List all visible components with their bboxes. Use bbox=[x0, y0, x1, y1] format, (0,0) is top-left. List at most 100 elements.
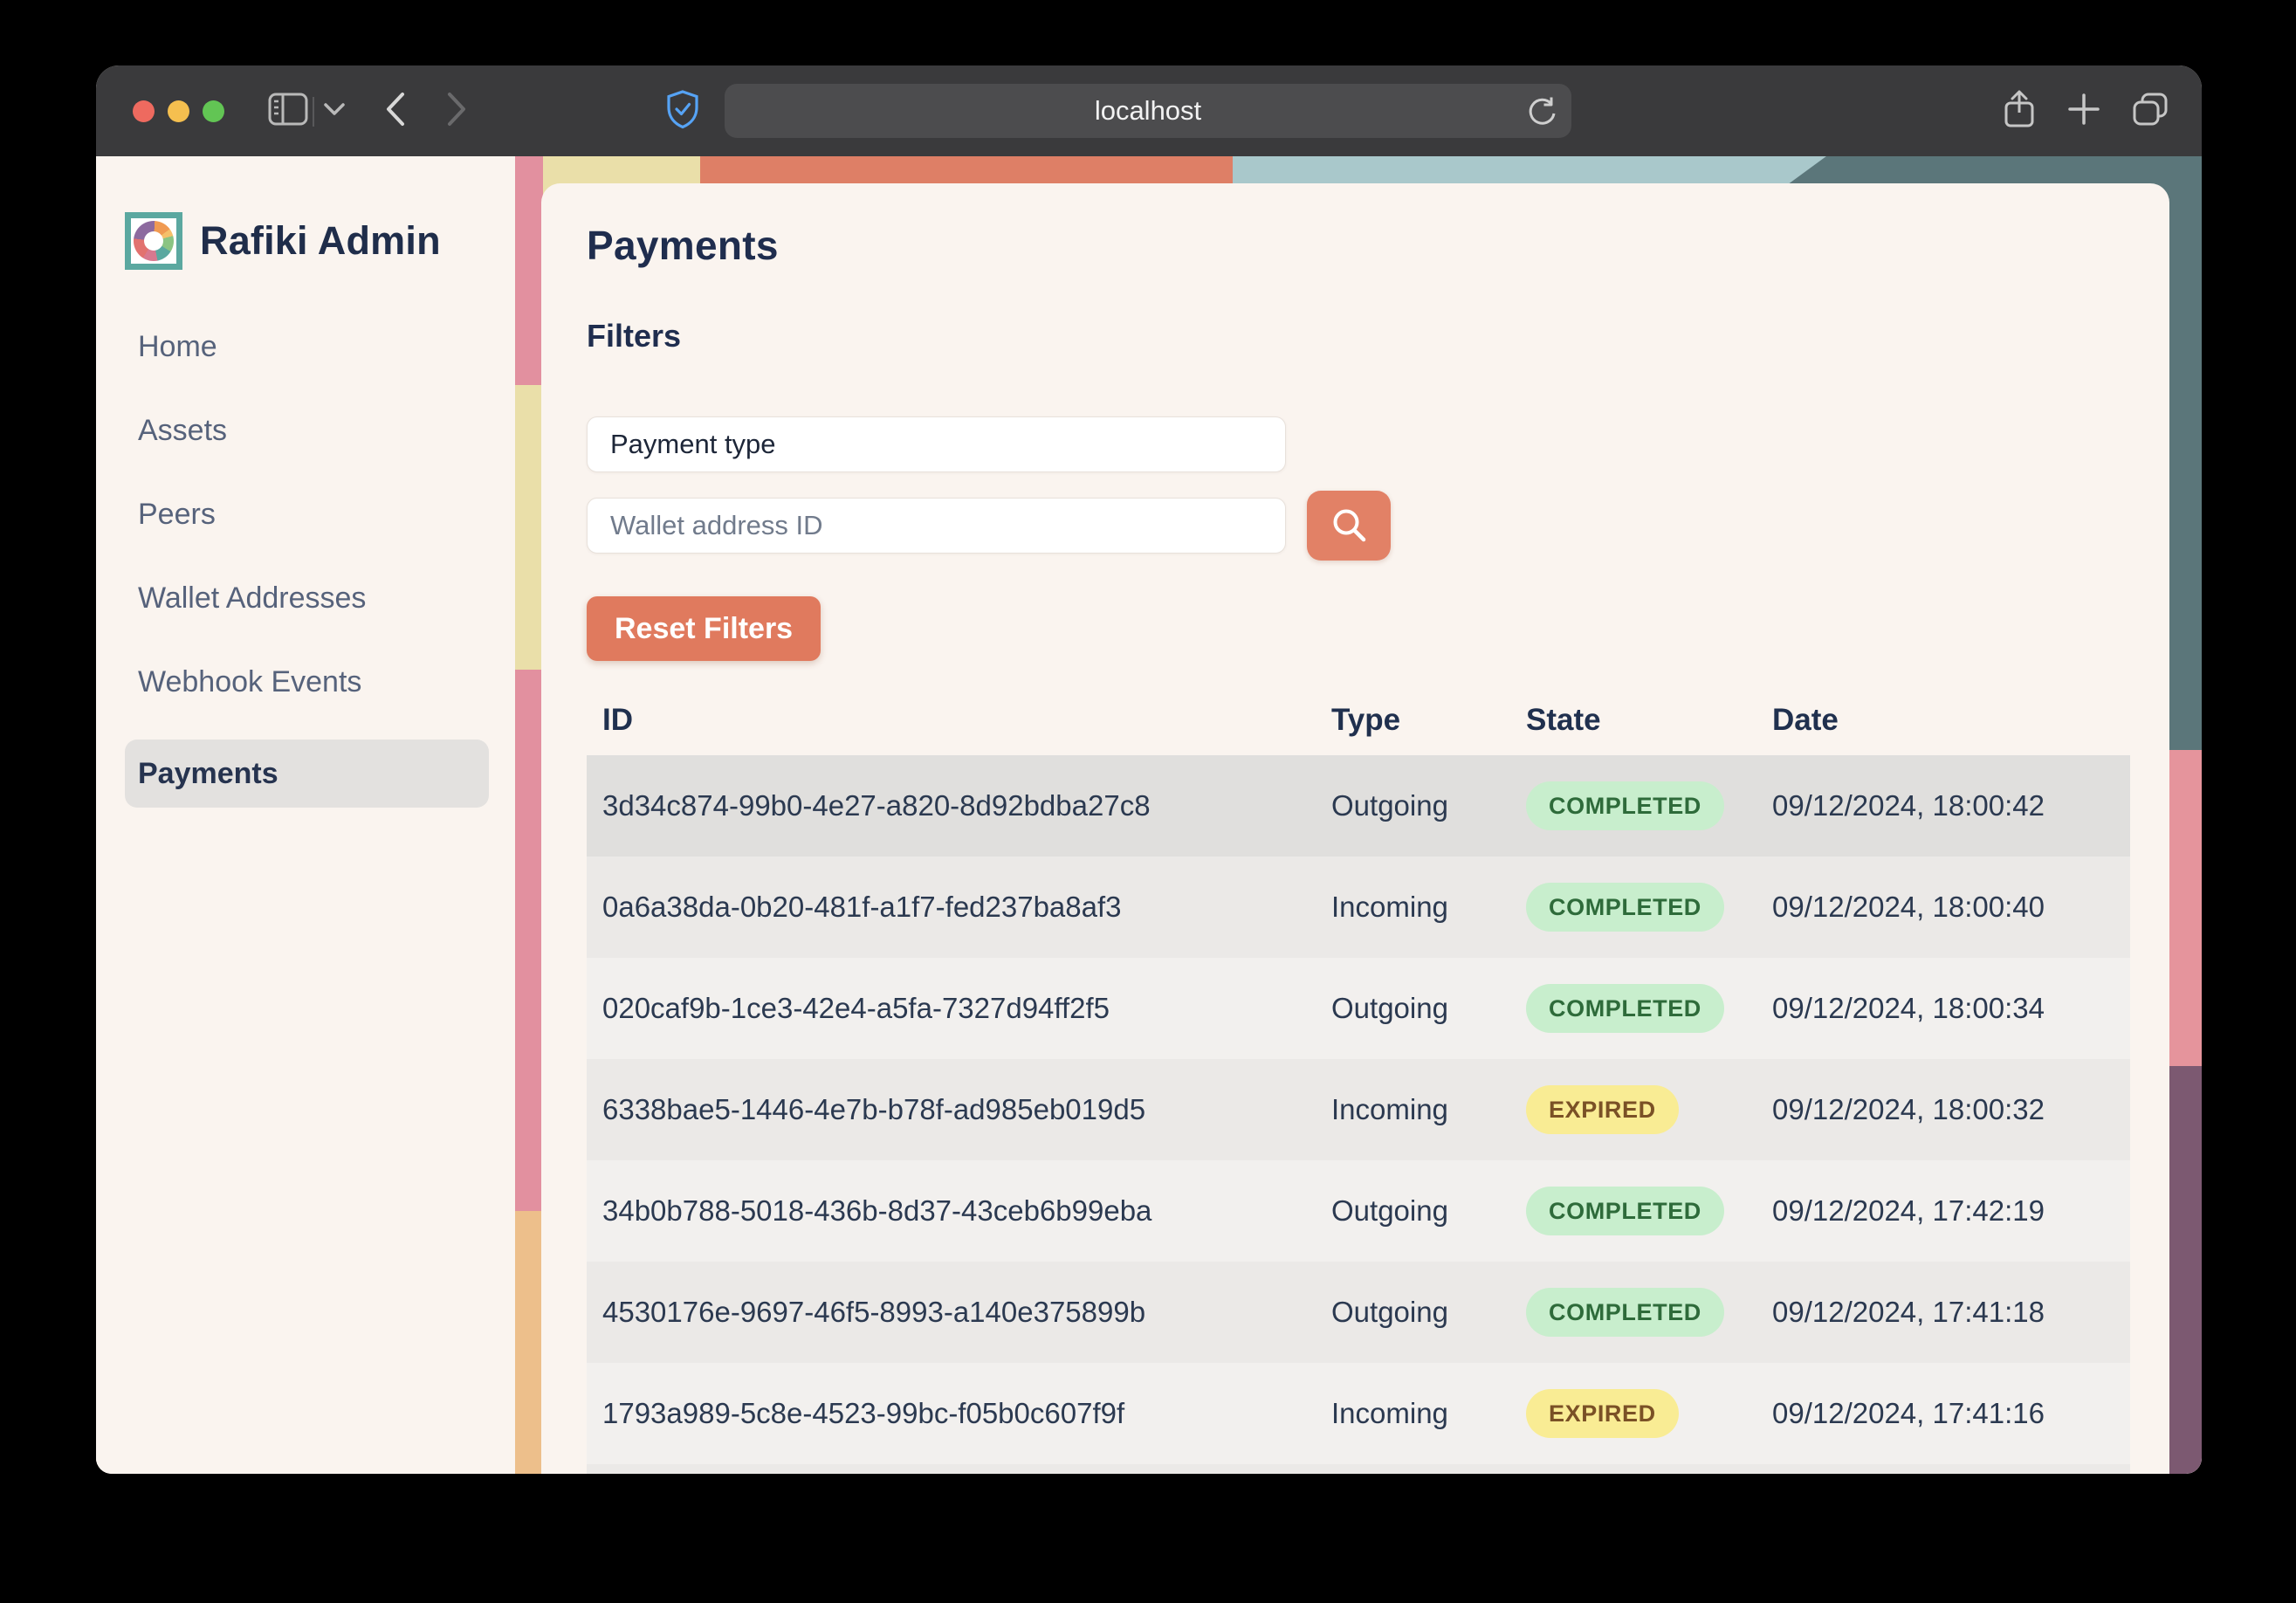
payment-state-cell: COMPLETED bbox=[1510, 781, 1756, 830]
payment-date-cell: 09/12/2024, 18:00:40 bbox=[1756, 891, 2130, 924]
sidebar-item-label: Peers bbox=[138, 498, 216, 532]
chevron-down-icon bbox=[323, 102, 346, 120]
payment-state-cell: COMPLETED bbox=[1510, 883, 1756, 932]
decor-shape bbox=[515, 1211, 543, 1474]
table-row[interactable]: 1793a989-5c8e-4523-99bc-f05b0c607f9f Inc… bbox=[587, 1363, 2130, 1464]
sidebar-item-label: Payments bbox=[138, 757, 278, 791]
reload-button[interactable] bbox=[1526, 95, 1557, 133]
share-icon bbox=[2003, 89, 2036, 134]
app-title: Rafiki Admin bbox=[200, 218, 441, 264]
sidebar-item-label: Home bbox=[138, 330, 217, 364]
sidebar-toggle-icon bbox=[268, 93, 308, 130]
address-bar-url: localhost bbox=[1095, 95, 1201, 127]
chevron-right-icon bbox=[446, 91, 469, 132]
app-logo: Rafiki Admin bbox=[125, 212, 515, 270]
search-button[interactable] bbox=[1307, 491, 1391, 561]
back-button[interactable] bbox=[377, 65, 412, 156]
table-row[interactable]: 3d34c874-99b0-4e27-a820-8d92bdba27c8 Out… bbox=[587, 755, 2130, 857]
payment-date-cell: 09/12/2024, 17:42:19 bbox=[1756, 1194, 2130, 1228]
payment-date-cell: 09/12/2024, 18:00:32 bbox=[1756, 1093, 2130, 1126]
column-header-date: Date bbox=[1756, 703, 2130, 738]
new-tab-button[interactable] bbox=[2062, 65, 2106, 156]
toolbar-divider bbox=[313, 97, 314, 127]
payments-table: ID Type State Date 3d34c874-99b0-4e27-a8… bbox=[587, 685, 2130, 1474]
sidebar: Rafiki Admin Home Assets Peers Wallet Ad… bbox=[96, 156, 515, 1474]
table-body: 3d34c874-99b0-4e27-a820-8d92bdba27c8 Out… bbox=[587, 755, 2130, 1464]
sidebar-item-home[interactable]: Home bbox=[125, 320, 489, 373]
payment-type-cell: Incoming bbox=[1316, 1397, 1510, 1430]
wallet-address-id-input[interactable] bbox=[587, 498, 1286, 554]
window-controls bbox=[133, 100, 224, 122]
status-badge: COMPLETED bbox=[1526, 1288, 1724, 1337]
payment-type-input[interactable] bbox=[587, 416, 1286, 472]
privacy-shield-button[interactable] bbox=[662, 65, 704, 156]
sidebar-item-label: Assets bbox=[138, 414, 227, 448]
column-header-type: Type bbox=[1316, 703, 1510, 738]
payment-id-cell: 1793a989-5c8e-4523-99bc-f05b0c607f9f bbox=[587, 1397, 1316, 1430]
payment-id-cell: 3d34c874-99b0-4e27-a820-8d92bdba27c8 bbox=[587, 789, 1316, 822]
payment-type-cell: Outgoing bbox=[1316, 1296, 1510, 1329]
minimize-window-button[interactable] bbox=[168, 100, 189, 122]
status-badge: COMPLETED bbox=[1526, 781, 1724, 830]
status-badge: EXPIRED bbox=[1526, 1389, 1679, 1438]
decor-shape bbox=[515, 385, 543, 670]
search-icon bbox=[1329, 505, 1369, 547]
sidebar-item-assets[interactable]: Assets bbox=[125, 404, 489, 457]
tab-group-menu-button[interactable] bbox=[320, 65, 349, 156]
payment-state-cell: COMPLETED bbox=[1510, 1288, 1756, 1337]
payment-state-cell: COMPLETED bbox=[1510, 1187, 1756, 1235]
chevron-left-icon bbox=[383, 91, 406, 132]
sidebar-item-wallet-addresses[interactable]: Wallet Addresses bbox=[125, 572, 489, 624]
browser-window: localhost bbox=[96, 65, 2202, 1474]
shield-check-icon bbox=[665, 89, 700, 134]
forward-button[interactable] bbox=[440, 65, 475, 156]
payment-date-cell: 09/12/2024, 18:00:34 bbox=[1756, 992, 2130, 1025]
decor-shape bbox=[2169, 156, 2202, 750]
status-badge: COMPLETED bbox=[1526, 984, 1724, 1033]
column-header-id: ID bbox=[587, 703, 1316, 738]
share-button[interactable] bbox=[1997, 65, 2041, 156]
tab-overview-icon bbox=[2131, 91, 2169, 132]
payment-type-cell: Outgoing bbox=[1316, 992, 1510, 1025]
payment-id-cell: 020caf9b-1ce3-42e4-a5fa-7327d94ff2f5 bbox=[587, 992, 1316, 1025]
decor-shape bbox=[515, 670, 543, 1211]
payment-date-cell: 09/12/2024, 17:41:18 bbox=[1756, 1296, 2130, 1329]
payment-state-cell: EXPIRED bbox=[1510, 1085, 1756, 1134]
decor-shape bbox=[2169, 1066, 2202, 1474]
table-row[interactable]: 34b0b788-5018-436b-8d37-43ceb6b99eba Out… bbox=[587, 1160, 2130, 1262]
payment-id-cell: 0a6a38da-0b20-481f-a1f7-fed237ba8af3 bbox=[587, 891, 1316, 924]
column-header-state: State bbox=[1510, 703, 1756, 738]
payment-date-cell: 09/12/2024, 18:00:42 bbox=[1756, 789, 2130, 822]
zoom-window-button[interactable] bbox=[203, 100, 224, 122]
sidebar-item-peers[interactable]: Peers bbox=[125, 488, 489, 540]
address-bar[interactable]: localhost bbox=[725, 84, 1571, 138]
sidebar-item-label: Wallet Addresses bbox=[138, 581, 366, 616]
sidebar-toggle-button[interactable] bbox=[265, 65, 311, 156]
table-row[interactable]: 6338bae5-1446-4e7b-b78f-ad985eb019d5 Inc… bbox=[587, 1059, 2130, 1160]
tab-overview-button[interactable] bbox=[2127, 65, 2174, 156]
browser-toolbar: localhost bbox=[96, 65, 2202, 156]
table-row[interactable]: 020caf9b-1ce3-42e4-a5fa-7327d94ff2f5 Out… bbox=[587, 958, 2130, 1059]
table-header: ID Type State Date bbox=[587, 685, 2130, 755]
reset-filters-button[interactable]: Reset Filters bbox=[587, 596, 821, 661]
payment-type-cell: Incoming bbox=[1316, 1093, 1510, 1126]
payment-id-cell: 34b0b788-5018-436b-8d37-43ceb6b99eba bbox=[587, 1194, 1316, 1228]
payment-id-cell: 6338bae5-1446-4e7b-b78f-ad985eb019d5 bbox=[587, 1093, 1316, 1126]
table-row[interactable]: 4530176e-9697-46f5-8993-a140e375899b Out… bbox=[587, 1262, 2130, 1363]
status-badge: COMPLETED bbox=[1526, 883, 1724, 932]
table-row[interactable]: 0a6a38da-0b20-481f-a1f7-fed237ba8af3 Inc… bbox=[587, 857, 2130, 958]
screen: localhost bbox=[0, 0, 2296, 1603]
close-window-button[interactable] bbox=[133, 100, 155, 122]
filters-heading: Filters bbox=[587, 318, 2130, 354]
payment-type-cell: Outgoing bbox=[1316, 1194, 1510, 1228]
plus-icon bbox=[2066, 92, 2101, 131]
sidebar-item-label: Webhook Events bbox=[138, 665, 361, 699]
sidebar-nav: Home Assets Peers Wallet Addresses Webho… bbox=[96, 320, 515, 808]
payment-state-cell: COMPLETED bbox=[1510, 984, 1756, 1033]
decor-shape bbox=[2169, 750, 2202, 1066]
sidebar-item-payments[interactable]: Payments bbox=[125, 740, 489, 808]
status-badge: EXPIRED bbox=[1526, 1085, 1679, 1134]
decor-shape bbox=[515, 156, 543, 385]
payment-id-cell: 4530176e-9697-46f5-8993-a140e375899b bbox=[587, 1296, 1316, 1329]
sidebar-item-webhook-events[interactable]: Webhook Events bbox=[125, 656, 489, 708]
